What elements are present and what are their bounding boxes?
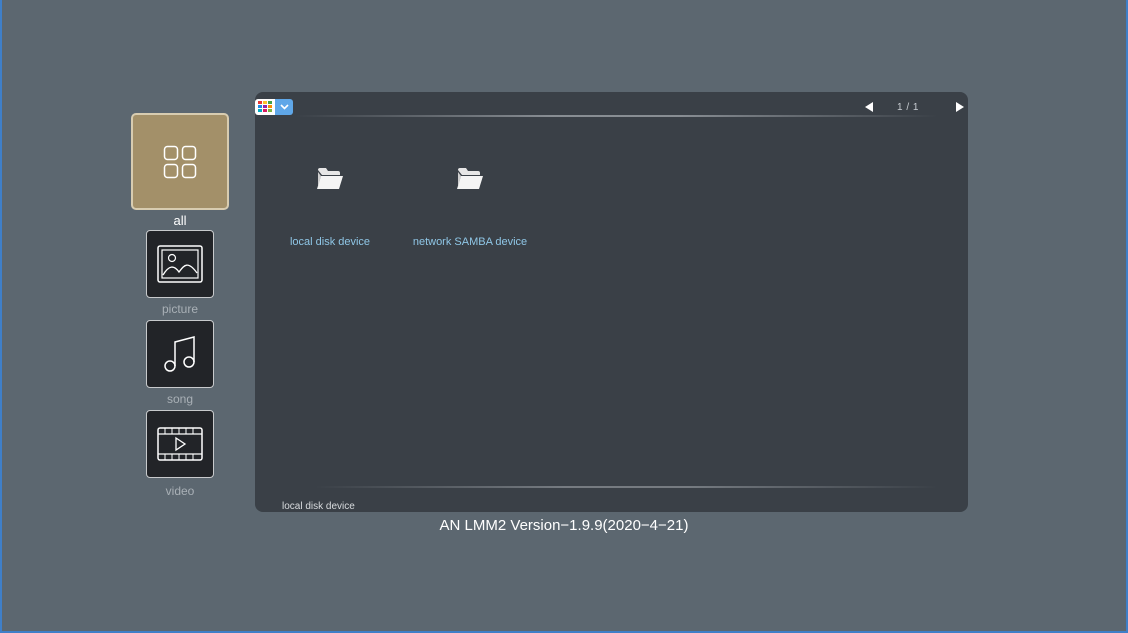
- file-browser-panel: 1 / 1 local disk device network SAMBA de…: [255, 92, 968, 512]
- category-song-label: song: [166, 392, 194, 406]
- current-path: local disk device: [282, 501, 355, 512]
- category-song-button[interactable]: [146, 320, 214, 388]
- grid-view-icon[interactable]: [255, 99, 275, 115]
- category-picture-label: picture: [161, 302, 199, 316]
- category-video-label: video: [165, 484, 195, 498]
- chevron-down-icon: [279, 104, 289, 110]
- folder-icon: [457, 168, 483, 189]
- view-dropdown-button[interactable]: [275, 99, 293, 115]
- file-name: local disk device: [289, 236, 371, 248]
- file-name: network SAMBA device: [412, 236, 528, 248]
- status-divider: [315, 486, 938, 488]
- view-mode-toggle[interactable]: [255, 99, 293, 115]
- music-note-icon: [164, 336, 195, 372]
- film-icon: [157, 427, 203, 461]
- category-video-button[interactable]: [146, 410, 214, 478]
- picture-icon: [157, 245, 203, 283]
- category-all-button[interactable]: [131, 113, 229, 210]
- category-picture-button[interactable]: [146, 230, 214, 298]
- version-text: AN LMM2 Version−1.9.9(2020−4−21): [439, 517, 689, 534]
- page-indicator: 1 / 1: [897, 102, 919, 113]
- folder-icon: [317, 168, 343, 189]
- next-page-icon[interactable]: [956, 102, 964, 112]
- toolbar-divider: [295, 115, 938, 117]
- file-item-network-samba[interactable]: network SAMBA device: [395, 166, 545, 248]
- grid-icon: [163, 145, 197, 178]
- file-item-local-disk[interactable]: local disk device: [255, 166, 405, 248]
- category-all-label: all: [173, 213, 187, 228]
- prev-page-icon[interactable]: [865, 102, 873, 112]
